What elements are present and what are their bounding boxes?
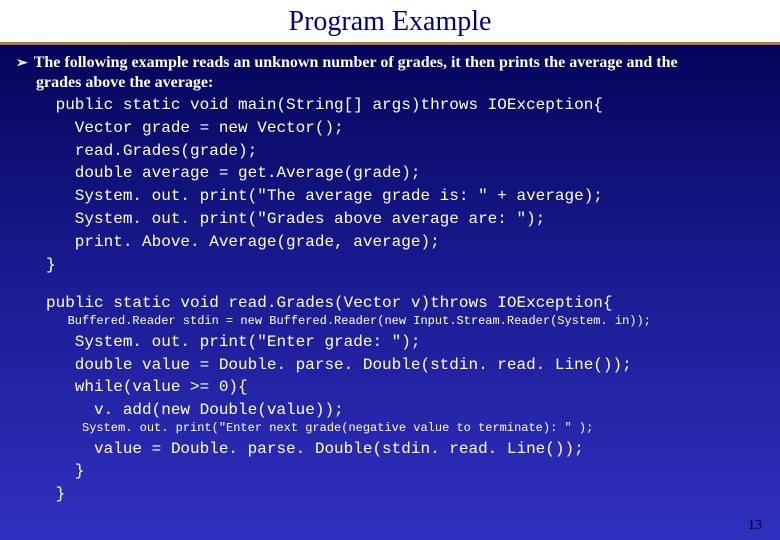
code-block-2: public static void read.Grades(Vector v)… bbox=[46, 293, 764, 505]
code-line: double average = get.Average(grade); bbox=[46, 163, 764, 184]
bullet-text-line1: The following example reads an unknown n… bbox=[34, 53, 678, 73]
code-line: public static void main(String[] args)th… bbox=[46, 95, 764, 116]
code-line: System. out. print("Enter next grade(neg… bbox=[46, 421, 764, 437]
slide-title: Program Example bbox=[0, 6, 780, 38]
page-number: 13 bbox=[748, 518, 762, 534]
code-line: v. add(new Double(value)); bbox=[46, 400, 764, 421]
code-line: } bbox=[46, 461, 764, 482]
code-line: System. out. print("Grades above average… bbox=[46, 209, 764, 230]
code-line: } bbox=[46, 484, 764, 505]
arrow-right-icon: ➢ bbox=[16, 55, 28, 73]
code-line: public static void read.Grades(Vector v)… bbox=[46, 293, 764, 314]
code-line: value = Double. parse. Double(stdin. rea… bbox=[46, 439, 764, 460]
code-line: read.Grades(grade); bbox=[46, 141, 764, 162]
code-line: Vector grade = new Vector(); bbox=[46, 118, 764, 139]
code-line: Buffered.Reader stdin = new Buffered.Rea… bbox=[46, 314, 764, 330]
code-line: System. out. print("Enter grade: "); bbox=[46, 332, 764, 353]
code-line: print. Above. Average(grade, average); bbox=[46, 232, 764, 253]
slide-content: ➢ The following example reads an unknown… bbox=[0, 45, 780, 505]
title-bar: Program Example bbox=[0, 0, 780, 45]
bullet-text-line2: grades above the average: bbox=[36, 73, 764, 93]
code-line: } bbox=[46, 255, 764, 276]
bullet-item: ➢ The following example reads an unknown… bbox=[16, 53, 764, 73]
code-line: while(value >= 0){ bbox=[46, 377, 764, 398]
code-line: System. out. print("The average grade is… bbox=[46, 186, 764, 207]
code-line: double value = Double. parse. Double(std… bbox=[46, 355, 764, 376]
